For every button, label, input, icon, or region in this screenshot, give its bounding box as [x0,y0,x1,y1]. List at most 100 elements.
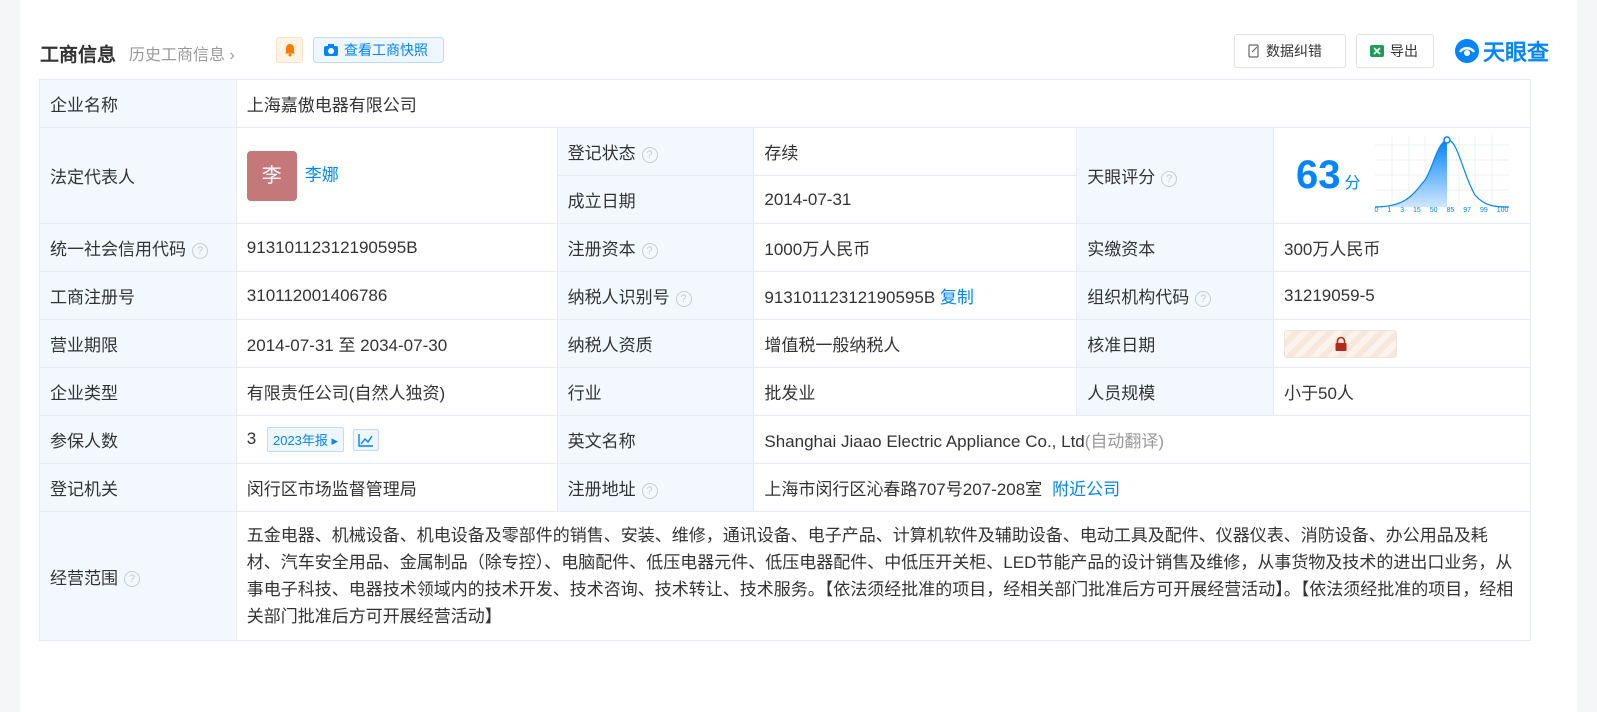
table-row: 统一社会信用代码? 91310112312190595B 注册资本? 1000万… [39,223,1532,272]
status-badge: 存续 [753,127,1078,176]
scope-label-cell: 经营范围? [39,511,237,641]
staff-size: 小于50人 [1272,367,1532,416]
legal-rep-name[interactable]: 李娜 [305,165,339,184]
tax-qual: 增值税一般纳税人 [753,319,1078,368]
est-date: 2014-07-31 [753,175,1078,224]
help-icon[interactable]: ? [124,571,140,588]
locked-value[interactable] [1283,329,1397,358]
snapshot-label: 查看工商快照 [344,42,428,58]
table-row: 法定代表人 李李娜 登记状态? 存续 天眼评分? 63 分 0 1 3 15 5… [39,127,1532,224]
lock-icon [1335,336,1347,351]
table-row: 登记机关 闵行区市场监督管理局 注册地址? 上海市闵行区沁春路707号207-2… [39,463,1531,512]
business-scope: 五金电器、机械设备、机电设备及零部件的销售、安装、维修，通讯设备、电子产品、计算… [235,511,1532,641]
address-cell: 上海市闵行区沁春路707号207-208室 附近公司 [753,463,1531,512]
table-row: 企业名称 上海嘉傲电器有限公司 [39,79,1532,128]
auto-translate-note: (自动翻译) [1084,432,1165,451]
avatar[interactable]: 李 [246,150,297,201]
data-correction-button[interactable]: 数据纠错 [1234,34,1346,68]
help-icon[interactable]: ? [1161,170,1178,187]
help-icon[interactable]: ? [1195,290,1212,307]
score-label-cell: 天眼评分? [1076,127,1274,224]
edit-doc-icon [1248,44,1259,58]
chevron-right-icon: › [229,47,235,64]
insured-label: 参保人数 [39,415,237,464]
help-icon[interactable]: ? [641,482,658,499]
tax-no: 91310112312190595B [764,288,936,307]
english-name-cell: Shanghai Jiaao Electric Appliance Co., L… [753,415,1531,464]
export-button[interactable]: 导出 [1356,34,1434,68]
insured-cell: 3 2023年报 ▸ [235,415,558,464]
credit-code: 91310112312190595B [235,223,558,272]
snapshot-button[interactable]: 查看工商快照 [313,37,444,63]
tax-no-label-cell: 纳税人识别号? [556,271,755,320]
address: 上海市闵行区沁春路707号207-208室 [764,480,1043,499]
export-label: 导出 [1390,43,1418,59]
address-label-cell: 注册地址? [556,463,755,512]
business-info-card: 工商信息 历史工商信息 › 查看工商快照 数据纠错 导出 天眼查 企业名称 上海… [20,0,1577,712]
logo-text: 天眼查 [1483,40,1550,65]
address-label: 注册地址 [567,480,636,499]
legal-rep-cell: 李李娜 [235,127,558,224]
history-info-link[interactable]: 历史工商信息 › [129,41,235,65]
table-row: 参保人数 3 2023年报 ▸ 英文名称 Shanghai Jiaao Elec… [39,415,1531,464]
business-info-table: 企业名称 上海嘉傲电器有限公司 法定代表人 李李娜 登记状态? 存续 天眼评分?… [39,79,1532,641]
excel-icon [1370,45,1384,57]
annual-report-tag[interactable]: 2023年报 ▸ [266,427,345,452]
est-date-label: 成立日期 [556,175,755,224]
table-row: 经营范围? 五金电器、机械设备、机电设备及零部件的销售、安装、维修，通讯设备、电… [39,511,1532,641]
term-label: 营业期限 [39,319,237,368]
company-name-label: 企业名称 [39,79,237,128]
industry-label: 行业 [556,367,755,416]
tax-qual-label: 纳税人资质 [556,319,755,368]
score-axis: 0 1 3 15 50 85 97 99 100 [1374,206,1509,214]
reg-no: 310112001406786 [235,271,558,320]
insured-count: 3 [246,428,257,448]
tax-no-cell: 91310112312190595B 复制 [753,271,1078,320]
legal-rep-label: 法定代表人 [39,127,237,224]
authority-label: 登记机关 [39,463,237,512]
help-icon[interactable]: ? [641,242,658,259]
credit-code-label: 统一社会信用代码 [50,240,186,259]
approve-date-cell [1272,319,1532,368]
tax-no-label: 纳税人识别号 [567,288,670,307]
reg-no-label: 工商注册号 [39,271,237,320]
camera-icon [324,44,338,56]
authority: 闵行区市场监督管理局 [235,463,558,512]
copy-button[interactable]: 复制 [940,288,974,307]
correct-label: 数据纠错 [1266,43,1322,59]
paid-capital-label: 实缴资本 [1076,223,1274,272]
section-header: 工商信息 历史工商信息 › 查看工商快照 数据纠错 导出 天眼查 [40,34,1555,68]
caret-right-icon: ▸ [331,433,339,448]
capital-label-cell: 注册资本? [556,223,755,272]
scope-label: 经营范围 [50,568,118,588]
section-title: 工商信息 [40,45,117,66]
capital: 1000万人民币 [753,223,1078,272]
company-type: 有限责任公司(自然人独资) [235,367,558,416]
score-chart: 0 1 3 15 50 85 97 99 100 [1374,134,1509,217]
help-icon[interactable]: ? [192,242,208,259]
score-cell[interactable]: 63 分 0 1 3 15 50 85 97 99 100 [1272,127,1532,224]
type-label: 企业类型 [39,367,237,416]
org-code-label: 组织机构代码 [1087,288,1190,307]
english-name-label: 英文名称 [556,415,755,464]
tianyancha-logo: 天眼查 [1454,36,1549,66]
paid-capital: 300万人民币 [1272,223,1532,272]
score-label: 天眼评分 [1087,168,1156,187]
approve-date-label: 核准日期 [1076,319,1274,368]
help-icon[interactable]: ? [675,290,692,307]
bell-icon[interactable] [276,37,303,63]
english-name: Shanghai Jiaao Electric Appliance Co., L… [764,432,1085,451]
org-code: 31219059-5 [1272,271,1532,320]
nearby-companies-link[interactable]: 附近公司 [1052,480,1120,499]
table-row: 企业类型 有限责任公司(自然人独资) 行业 批发业 人员规模 小于50人 [39,367,1532,416]
score-value: 63 分 [1295,153,1361,197]
logo-eye-icon [1455,39,1479,63]
help-icon[interactable]: ? [641,146,658,163]
status-label: 登记状态 [567,144,636,163]
company-name: 上海嘉傲电器有限公司 [235,79,1532,128]
term: 2014-07-31 至 2034-07-30 [235,319,558,368]
trend-chart-icon[interactable] [352,428,379,451]
org-code-label-cell: 组织机构代码? [1076,271,1274,320]
capital-label: 注册资本 [567,240,636,259]
table-row: 营业期限 2014-07-31 至 2034-07-30 纳税人资质 增值税一般… [39,319,1532,368]
